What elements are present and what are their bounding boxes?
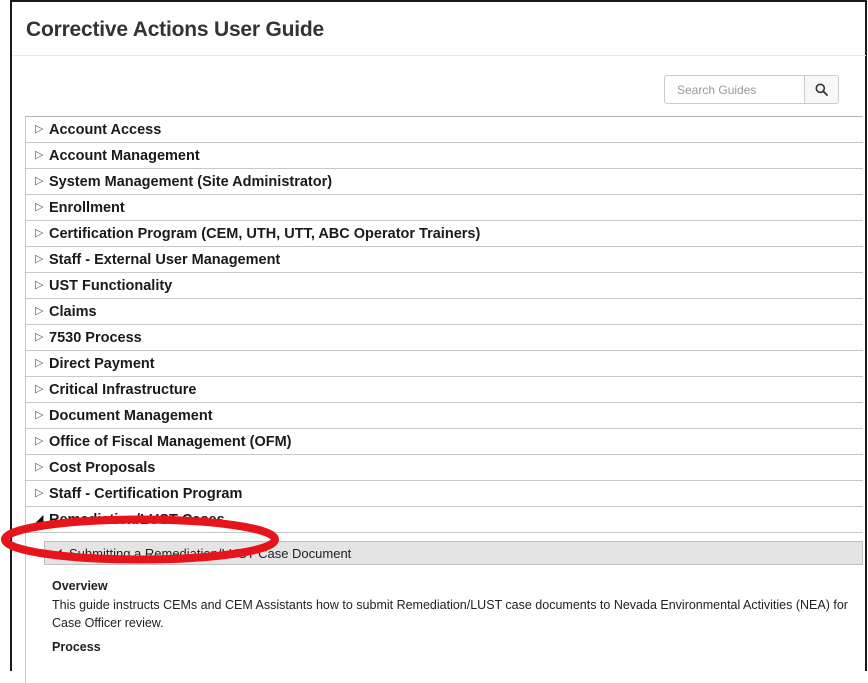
- sub-section-header[interactable]: ◢ Submitting a Remediation/LUST Case Doc…: [44, 541, 863, 565]
- sub-section-title: Submitting a Remediation/LUST Case Docum…: [69, 545, 352, 561]
- title-divider: [12, 55, 866, 56]
- overview-text: This guide instructs CEMs and CEM Assist…: [52, 598, 848, 631]
- expanded-triangle-icon: ◢: [35, 513, 44, 525]
- guide-accordion: ▷ Account Access ▷ Account Management ▷ Sys…: [25, 116, 863, 683]
- accordion-item-cost-proposals[interactable]: ▷ Cost Proposals: [25, 455, 863, 481]
- accordion-item-direct-payment[interactable]: ▷ Direct Payment: [25, 351, 863, 377]
- collapsed-triangle-icon: ▷: [35, 201, 44, 213]
- overview-heading: Overview: [52, 579, 108, 593]
- accordion-item-label: Direct Payment: [49, 355, 155, 372]
- collapsed-triangle-icon: ▷: [35, 383, 44, 395]
- collapsed-triangle-icon: ▷: [35, 279, 44, 291]
- accordion-item-label: Claims: [49, 303, 97, 320]
- page-title: Corrective Actions User Guide: [26, 18, 325, 41]
- accordion-item-label: Account Management: [49, 147, 200, 164]
- remediation-panel: ◢ Submitting a Remediation/LUST Case Doc…: [25, 533, 863, 683]
- accordion-item-label: Critical Infrastructure: [49, 381, 197, 398]
- accordion-item-label: Account Access: [49, 121, 162, 138]
- accordion-item-label: Remediation/LUST Cases: [49, 511, 225, 528]
- accordion-item-claims[interactable]: ▷ Claims: [25, 299, 863, 325]
- accordion-item-7530-process[interactable]: ▷ 7530 Process: [25, 325, 863, 351]
- accordion-item-office-of-fiscal-management[interactable]: ▷ Office of Fiscal Management (OFM): [25, 429, 863, 455]
- accordion-item-label: Document Management: [49, 407, 213, 424]
- collapsed-triangle-icon: ▷: [35, 123, 44, 135]
- collapsed-triangle-icon: ▷: [35, 487, 44, 499]
- collapsed-triangle-icon: ▷: [35, 253, 44, 265]
- sub-section-body: Overview This guide instructs CEMs and C…: [44, 565, 863, 654]
- search-button[interactable]: [804, 76, 838, 103]
- accordion-item-label: 7530 Process: [49, 329, 142, 346]
- accordion-item-label: UST Functionality: [49, 277, 173, 294]
- accordion-item-staff-external-user-management[interactable]: ▷ Staff - External User Management: [25, 247, 863, 273]
- collapsed-triangle-icon: ▷: [35, 227, 44, 239]
- accordion-item-account-access[interactable]: ▷ Account Access: [25, 117, 863, 143]
- accordion-item-staff-certification-program[interactable]: ▷ Staff - Certification Program: [25, 481, 863, 507]
- accordion-item-label: Office of Fiscal Management (OFM): [49, 433, 292, 450]
- search-input[interactable]: [665, 76, 804, 103]
- collapsed-triangle-icon: ▷: [35, 331, 44, 343]
- search-icon: [815, 83, 828, 96]
- accordion-item-certification-program[interactable]: ▷ Certification Program (CEM, UTH, UTT, A…: [25, 221, 863, 247]
- accordion-item-account-management[interactable]: ▷ Account Management: [25, 143, 863, 169]
- accordion-item-label: Certification Program (CEM, UTH, UTT, AB…: [49, 225, 481, 242]
- accordion-item-ust-functionality[interactable]: ▷ UST Functionality: [25, 273, 863, 299]
- accordion-item-label: Staff - Certification Program: [49, 485, 243, 502]
- accordion-item-critical-infrastructure[interactable]: ▷ Critical Infrastructure: [25, 377, 863, 403]
- collapsed-triangle-icon: ▷: [35, 149, 44, 161]
- collapsed-triangle-icon: ▷: [35, 461, 44, 473]
- collapsed-triangle-icon: ▷: [35, 305, 44, 317]
- collapsed-triangle-icon: ▷: [35, 435, 44, 447]
- collapsed-triangle-icon: ▷: [35, 357, 44, 369]
- accordion-item-system-management[interactable]: ▷ System Management (Site Administrator): [25, 169, 863, 195]
- accordion-item-document-management[interactable]: ▷ Document Management: [25, 403, 863, 429]
- expanded-triangle-icon: ◢: [53, 546, 62, 559]
- process-heading: Process: [52, 640, 101, 655]
- accordion-item-label: Enrollment: [49, 199, 125, 216]
- accordion-item-label: System Management (Site Administrator): [49, 173, 333, 190]
- accordion-item-label: Cost Proposals: [49, 459, 156, 476]
- collapsed-triangle-icon: ▷: [35, 409, 44, 421]
- accordion-item-label: Staff - External User Management: [49, 251, 281, 268]
- collapsed-triangle-icon: ▷: [35, 175, 44, 187]
- search-box: [664, 75, 839, 104]
- accordion-item-enrollment[interactable]: ▷ Enrollment: [25, 195, 863, 221]
- accordion-item-remediation-lust-cases[interactable]: ◢ Remediation/LUST Cases: [25, 507, 863, 533]
